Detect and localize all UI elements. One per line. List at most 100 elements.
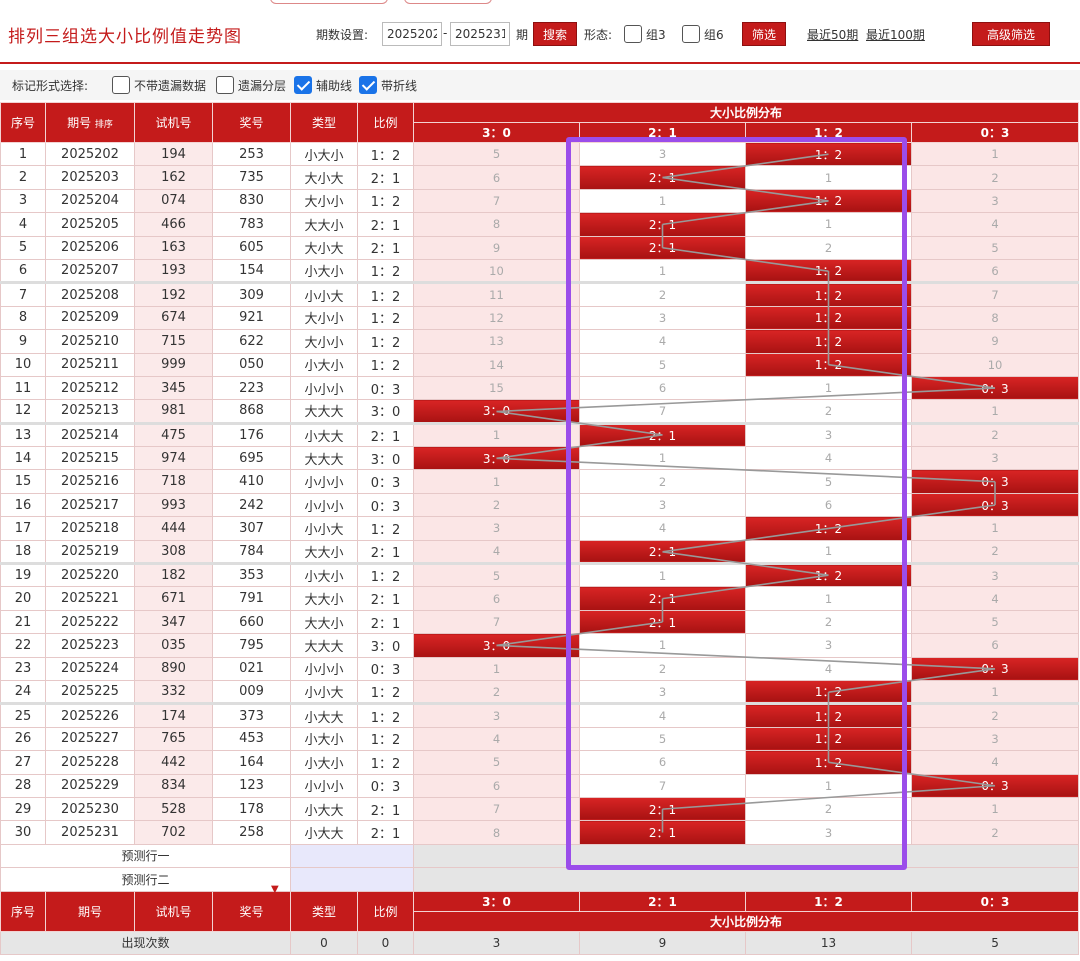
dist-missing-cell: 8 <box>413 820 580 845</box>
row-win-number: 050 <box>212 352 291 377</box>
footer-header-win: 奖号 <box>212 890 291 932</box>
sort-toggle[interactable]: 排序 <box>95 120 113 130</box>
dist-missing-cell: 1 <box>579 258 746 284</box>
row-type: 小大大 <box>290 796 358 822</box>
row-idx: 12 <box>0 399 46 424</box>
row-period: 2025221 <box>45 586 135 611</box>
table-row: 4 2025205 466 783 大大小 2：1 8 2：1 1 4 <box>0 212 1080 237</box>
footer-header-ratio: 比例 <box>357 890 414 932</box>
advanced-filter-button[interactable]: 高级筛选 <box>972 22 1050 46</box>
row-test-number: 999 <box>134 352 213 377</box>
row-period: 2025231 <box>45 820 135 845</box>
dist-missing-cell: 6 <box>579 375 746 401</box>
down-arrow-icon: ▼ <box>271 884 279 895</box>
dist-missing-cell: 3 <box>413 516 580 541</box>
footer-dist-col-30: 3：0 <box>413 890 580 912</box>
row-test-number: 702 <box>134 820 213 845</box>
last100-link[interactable]: 最近100期 <box>866 26 925 43</box>
prediction-row-2-dist[interactable] <box>412 867 1080 892</box>
row-type: 小大小 <box>290 562 358 588</box>
polyline-checkbox[interactable] <box>359 76 377 94</box>
dist-missing-cell: 3 <box>910 446 1080 471</box>
prediction-row-1-dist[interactable] <box>412 843 1080 869</box>
table-row: 17 2025218 444 307 小小大 1：2 3 4 1：2 1 <box>0 516 1080 541</box>
period-from-input[interactable] <box>382 22 442 46</box>
row-period: 2025212 <box>45 375 135 401</box>
row-ratio: 1：2 <box>357 329 414 354</box>
occurrence-row: 出现次数 0 0 3 9 13 5 <box>0 930 1080 955</box>
dist-missing-cell: 5 <box>579 726 746 752</box>
table-row: 8 2025209 674 921 大小小 1：2 12 3 1：2 8 <box>0 305 1080 331</box>
row-period: 2025213 <box>45 399 135 424</box>
dist-hit-cell: 1：2 <box>745 305 912 331</box>
row-type: 小大小 <box>290 352 358 377</box>
dist-missing-cell: 8 <box>413 212 580 237</box>
aux-line-checkbox[interactable] <box>294 76 312 94</box>
prediction-row-1: 预测行一 <box>0 843 1080 869</box>
no-missing-data-checkbox[interactable] <box>112 76 130 94</box>
period-to-input[interactable] <box>450 22 510 46</box>
dist-missing-cell: 2 <box>910 820 1080 845</box>
dist-col-12: 1：2 <box>745 122 912 143</box>
dist-missing-cell: 4 <box>910 212 1080 237</box>
dist-missing-cell: 1 <box>413 421 580 448</box>
dist-missing-cell: 3 <box>745 820 912 845</box>
top-tab-1[interactable] <box>270 0 388 4</box>
group3-checkbox[interactable] <box>624 25 642 43</box>
row-type: 小小小 <box>290 656 358 681</box>
row-idx: 25 <box>0 702 46 728</box>
row-test-number: 193 <box>134 258 213 284</box>
row-ratio: 2：1 <box>357 165 414 190</box>
dist-missing-cell: 4 <box>745 656 912 681</box>
dist-missing-cell: 1 <box>910 796 1080 822</box>
dist-col-30: 3：0 <box>413 122 580 143</box>
occurrence-label: 出现次数 <box>0 930 291 955</box>
dist-missing-cell: 2 <box>745 399 912 424</box>
dist-missing-cell: 4 <box>579 702 746 728</box>
row-test-number: 674 <box>134 305 213 331</box>
dist-missing-cell: 4 <box>579 329 746 354</box>
period-suffix: 期 <box>516 28 529 42</box>
row-period: 2025208 <box>45 281 135 307</box>
row-idx: 6 <box>0 258 46 284</box>
group6-checkbox[interactable] <box>682 25 700 43</box>
dist-missing-cell: 3 <box>579 492 746 518</box>
last50-link[interactable]: 最近50期 <box>807 26 858 43</box>
row-period: 2025220 <box>45 562 135 588</box>
row-test-number: 345 <box>134 375 213 401</box>
occurrence-count-30: 3 <box>413 930 580 955</box>
row-win-number: 021 <box>212 656 291 681</box>
dist-missing-cell: 10 <box>910 352 1080 377</box>
row-type: 大小小 <box>290 188 358 214</box>
no-missing-data-label: 不带遗漏数据 <box>134 79 207 93</box>
col-header-period[interactable]: 期号 排序 <box>45 102 135 143</box>
dist-missing-cell: 5 <box>413 141 580 167</box>
row-win-number: 660 <box>212 609 291 635</box>
row-test-number: 444 <box>134 516 213 541</box>
top-tab-2[interactable] <box>404 0 492 4</box>
dist-missing-cell: 4 <box>745 446 912 471</box>
row-win-number: 921 <box>212 305 291 331</box>
dist-missing-cell: 3 <box>579 305 746 331</box>
row-period: 2025202 <box>45 141 135 167</box>
row-period: 2025223 <box>45 633 135 658</box>
mark-style-bar: 标记形式选择: 不带遗漏数据 遗漏分层 辅助线 带折线 <box>0 70 1080 100</box>
search-button[interactable]: 搜索 <box>533 22 577 46</box>
prediction-row-2-input[interactable] <box>290 867 414 892</box>
prediction-row-1-input[interactable] <box>290 843 414 869</box>
dist-missing-cell: 2 <box>579 469 746 494</box>
table-row: 11 2025212 345 223 小小小 0：3 15 6 1 0：3 <box>0 375 1080 401</box>
row-win-number: 242 <box>212 492 291 518</box>
col-header-test: 试机号 <box>134 102 213 143</box>
dist-hit-cell: 0：3 <box>910 773 1080 798</box>
dist-hit-cell: 0：3 <box>910 469 1080 494</box>
row-test-number: 974 <box>134 446 213 471</box>
table-row: 14 2025215 974 695 大大大 3：0 3：0 1 4 3 <box>0 446 1080 471</box>
row-ratio: 1：2 <box>357 305 414 331</box>
filter-button[interactable]: 筛选 <box>742 22 786 46</box>
table-row: 6 2025207 193 154 小大小 1：2 10 1 1：2 6 <box>0 258 1080 284</box>
missing-layer-checkbox[interactable] <box>216 76 234 94</box>
row-win-number: 784 <box>212 539 291 565</box>
dist-missing-cell: 5 <box>413 750 580 775</box>
dist-missing-cell: 5 <box>413 562 580 588</box>
